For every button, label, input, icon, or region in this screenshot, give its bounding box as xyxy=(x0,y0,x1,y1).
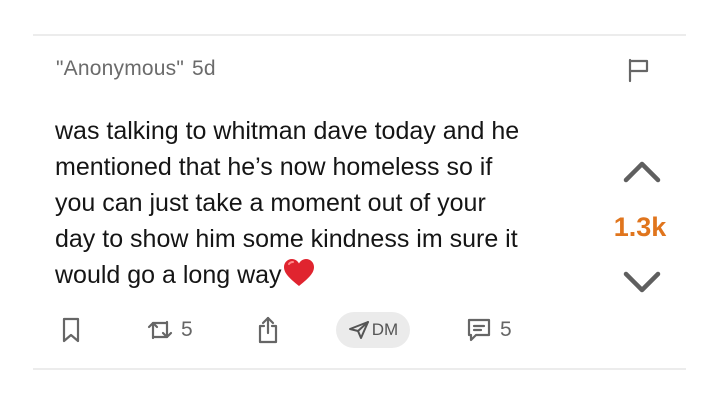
post-line: you can just take a moment out of your xyxy=(55,189,486,217)
vote-control: 1.3k xyxy=(602,156,678,306)
repost-button[interactable]: 5 xyxy=(146,312,193,348)
vote-score: 1.3k xyxy=(613,212,667,242)
post-line-last: would go a long way xyxy=(55,257,615,293)
post-meta: "Anonymous" 5d xyxy=(56,57,216,81)
post-line: mentioned that he’s now homeless so if xyxy=(55,153,493,181)
post-line: was talking to whitman dave today and he xyxy=(55,117,520,145)
dm-label: DM xyxy=(371,320,399,339)
repost-icon xyxy=(146,317,174,343)
post-line: would go a long way xyxy=(55,261,282,289)
post-time: 5d xyxy=(192,57,216,80)
chevron-up-icon[interactable] xyxy=(621,156,663,186)
dm-button[interactable]: DM xyxy=(336,312,410,348)
action-bar: 5 DM 5 xyxy=(0,312,720,352)
top-divider xyxy=(33,34,686,36)
flag-icon[interactable] xyxy=(626,57,652,83)
share-icon xyxy=(255,315,281,345)
bottom-divider xyxy=(33,368,686,370)
post-body: was talking to whitman dave today and he… xyxy=(55,113,615,293)
author-name: "Anonymous" xyxy=(56,57,185,80)
send-icon xyxy=(348,320,370,340)
comment-icon xyxy=(465,316,493,344)
chevron-down-icon[interactable] xyxy=(621,268,663,298)
post-line: day to show him some kindness im sure it xyxy=(55,225,518,253)
red-heart-icon xyxy=(283,258,315,288)
bookmark-button[interactable] xyxy=(60,312,82,348)
comment-button[interactable]: 5 xyxy=(465,312,512,348)
repost-count: 5 xyxy=(181,318,193,341)
share-button[interactable] xyxy=(255,312,281,348)
bookmark-icon xyxy=(60,316,82,344)
post-card: "Anonymous" 5d was talking to whitman dav… xyxy=(0,0,720,405)
comment-count: 5 xyxy=(500,318,512,341)
